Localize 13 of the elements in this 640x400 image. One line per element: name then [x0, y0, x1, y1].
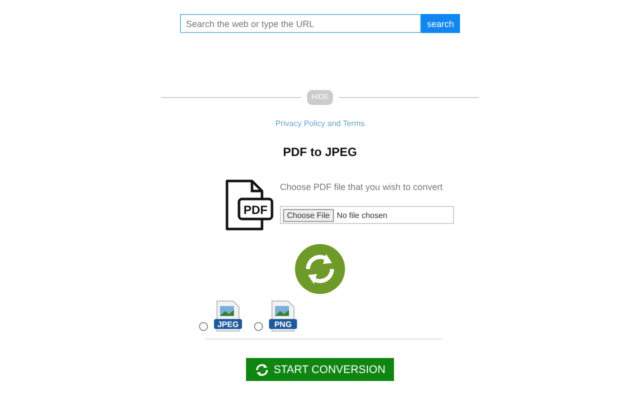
- search-button[interactable]: search: [420, 14, 460, 33]
- format-radio[interactable]: [199, 322, 208, 331]
- search-field[interactable]: Search the web or type the URL: [180, 14, 421, 33]
- file-input[interactable]: Choose File No file chosen: [280, 206, 454, 224]
- convert-icon[interactable]: [295, 244, 345, 294]
- page-title: PDF to JPEG: [282, 145, 357, 159]
- upload-prompt: Choose PDF file that you wish to convert: [280, 182, 444, 192]
- file-status: No file chosen: [336, 210, 388, 220]
- format-radio[interactable]: [254, 322, 263, 331]
- choose-file-button[interactable]: Choose File: [283, 208, 334, 222]
- start-conversion-button[interactable]: START CONVERSION: [246, 358, 394, 381]
- privacy-link[interactable]: Privacy Policy and Terms: [275, 119, 365, 128]
- refresh-icon: [254, 362, 269, 376]
